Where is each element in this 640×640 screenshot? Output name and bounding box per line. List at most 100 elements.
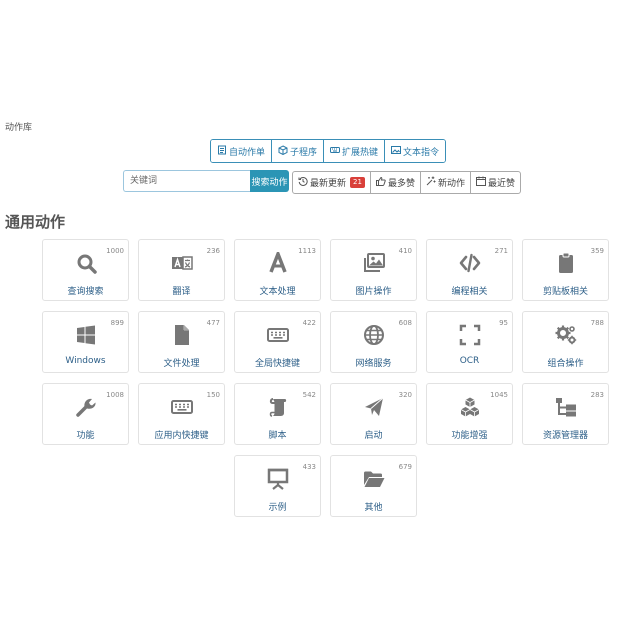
gears-icon [555,324,577,346]
search-bar: 搜索动作 [123,170,289,192]
action-count: 1045 [490,391,508,399]
action-count: 1113 [298,247,316,255]
category-label: OCR [459,356,480,366]
action-category-card[interactable]: 1000 查询搜索 [42,239,129,301]
document-icon [217,145,227,158]
search-icon [75,252,97,274]
action-count: 150 [206,391,220,399]
paper-plane-icon [363,396,385,418]
sort-label: 最多赞 [387,179,415,189]
category-label: 其他 [364,503,383,513]
action-count: 1000 [106,247,124,255]
action-count: 283 [590,391,604,399]
ocr-icon [459,324,481,346]
code-icon [459,252,481,274]
calendar-icon [475,176,486,189]
category-label: 应用内快捷键 [154,431,209,441]
images-icon [363,252,385,274]
category-label: 编程相关 [451,287,488,297]
tab-label: 子程序 [290,147,318,158]
action-category-card[interactable]: 433 示例 [234,455,321,517]
action-category-card[interactable]: 477 文件处理 [138,311,225,373]
tab-subroutine[interactable]: 子程序 [272,140,325,162]
tab-text-command[interactable]: 文本指令 [385,140,446,162]
sparkle-icon [426,176,436,189]
category-label: 示例 [268,503,287,513]
tab-hotkey[interactable]: 扩展热键 [324,140,386,162]
category-label: 功能增强 [451,431,488,441]
history-icon [298,176,308,189]
sort-new-actions[interactable]: 新动作 [421,172,471,193]
action-category-card[interactable]: 283 资源管理器 [522,383,609,445]
category-label: 网络服务 [355,359,392,369]
cube-icon [278,144,288,158]
section-title: 通用动作 [5,213,66,231]
category-label: Windows [65,356,106,366]
action-count: 679 [398,463,412,471]
action-category-card[interactable]: 542 脚本 [234,383,321,445]
keyboard-icon [170,396,193,418]
action-category-card[interactable]: 150 应用内快捷键 [138,383,225,445]
update-count-badge: 21 [350,177,365,188]
category-label: 功能 [76,431,95,441]
category-label: 脚本 [268,431,287,441]
keyboard-icon [330,145,341,158]
tab-action-list[interactable]: 自动作单 [211,140,273,162]
action-category-card[interactable]: 410 图片操作 [330,239,417,301]
action-category-card[interactable]: 608 网络服务 [330,311,417,373]
action-type-tabs: 自动作单 子程序 扩展热键 文本指令 [210,139,447,163]
action-count: 359 [590,247,604,255]
folder-open-icon [363,468,385,490]
keyboard-icon [266,324,289,346]
font-icon [267,252,289,274]
action-count: 899 [110,319,124,327]
sitemap-icon [555,396,577,418]
action-count: 1008 [106,391,124,399]
breadcrumb: 动作库 [5,123,33,133]
category-label: 查询搜索 [67,287,104,297]
category-label: 启动 [364,431,383,441]
globe-icon [363,324,385,346]
action-count: 542 [302,391,316,399]
tab-label: 文本指令 [403,147,440,158]
category-label: 图片操作 [355,287,392,297]
action-count: 320 [398,391,412,399]
category-label: 剪贴板相关 [542,287,588,297]
action-category-card[interactable]: 236 翻译 [138,239,225,301]
tab-label: 自动作单 [229,147,266,158]
action-category-card[interactable]: 679 其他 [330,455,417,517]
wrench-icon [75,396,97,418]
search-input[interactable] [123,170,250,192]
action-category-card[interactable]: 422 全局快捷键 [234,311,321,373]
category-label: 翻译 [172,287,191,297]
action-count: 95 [499,319,508,327]
presentation-icon [267,468,289,490]
windows-icon [75,324,97,346]
action-category-card[interactable]: 95 OCR [426,311,513,373]
category-label: 资源管理器 [542,431,588,441]
clipboard-icon [555,252,577,274]
sort-recent-likes[interactable]: 最近赞 [471,172,520,193]
action-count: 433 [302,463,316,471]
action-count: 477 [206,319,220,327]
action-category-card[interactable]: 271 编程相关 [426,239,513,301]
action-count: 608 [398,319,412,327]
sort-most-likes[interactable]: 最多赞 [371,172,421,193]
sort-tabs: 最新更新 21 最多赞 新动作 最近赞 [292,171,521,194]
category-label: 文件处理 [163,359,200,369]
cubes-icon [459,396,481,418]
action-category-card[interactable]: 1113 文本处理 [234,239,321,301]
search-button[interactable]: 搜索动作 [250,170,289,192]
action-category-card[interactable]: 359 剪贴板相关 [522,239,609,301]
action-category-card[interactable]: 899 Windows [42,311,129,373]
action-category-card[interactable]: 1008 功能 [42,383,129,445]
category-label: 文本处理 [259,287,296,297]
category-label: 组合操作 [547,359,584,369]
action-count: 410 [398,247,412,255]
action-category-card[interactable]: 320 启动 [330,383,417,445]
action-category-card[interactable]: 788 组合操作 [522,311,609,373]
sort-latest-update[interactable]: 最新更新 21 [293,172,371,193]
action-category-card[interactable]: 1045 功能增强 [426,383,513,445]
scroll-icon [267,396,289,418]
action-count: 236 [206,247,220,255]
